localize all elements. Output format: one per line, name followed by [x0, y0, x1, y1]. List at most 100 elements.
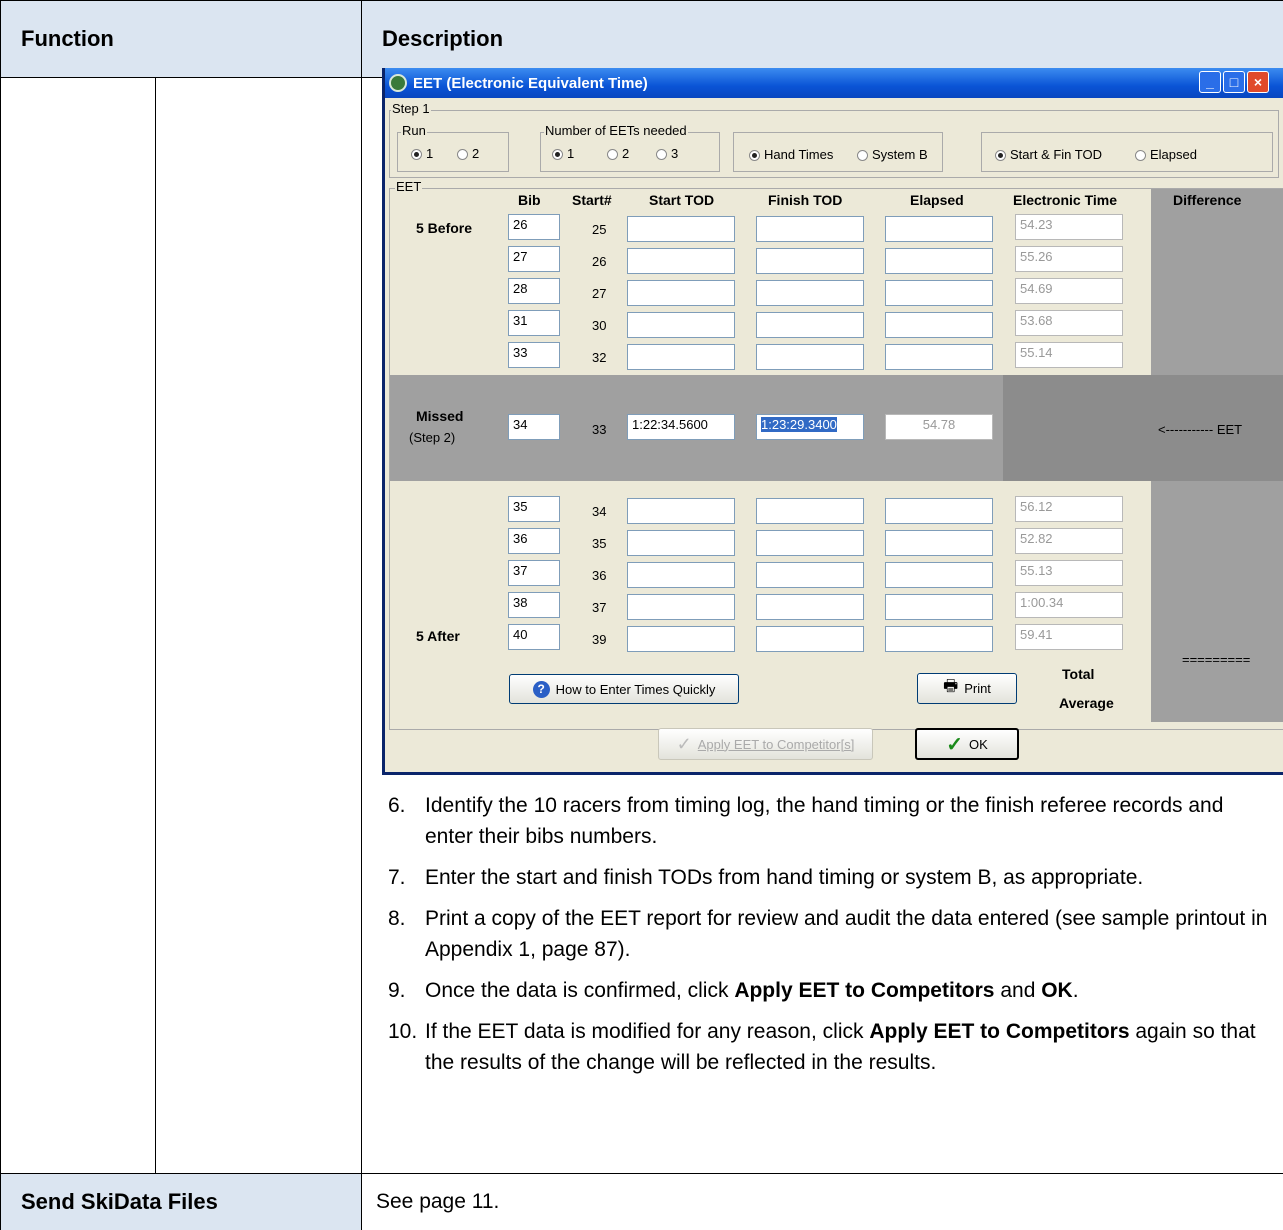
start-tod-input[interactable]	[627, 594, 735, 620]
col-finish-tod: Finish TOD	[768, 192, 843, 208]
electronic-time-field: 53.68	[1015, 310, 1123, 336]
finish-tod-input[interactable]	[756, 344, 864, 370]
elapsed-input[interactable]	[885, 216, 993, 242]
start-tod-input[interactable]	[627, 530, 735, 556]
electronic-time-field: 59.41	[1015, 624, 1123, 650]
minimize-icon[interactable]: _	[1199, 71, 1221, 93]
dialog-titlebar: EET (Electronic Equivalent Time) _ □ ×	[385, 68, 1283, 98]
eet-group-label: EET	[395, 179, 423, 194]
bib-input[interactable]: 27	[508, 246, 560, 272]
eet-dialog: EET (Electronic Equivalent Time) _ □ × S…	[382, 68, 1283, 775]
step-text: If the EET data is modified for any reas…	[425, 1020, 870, 1043]
step-number: 10.	[388, 1020, 418, 1043]
radio-selected-icon	[411, 149, 422, 161]
check-disabled-icon: ✓	[676, 733, 692, 754]
list-item: 10. If the EET data is modified for any r…	[388, 1016, 1268, 1078]
bib-input[interactable]: 40	[508, 624, 560, 650]
start-tod-input[interactable]	[627, 312, 735, 338]
eets-needed-label: Number of EETs needed	[544, 123, 688, 138]
electronic-time-field: 54.69	[1015, 278, 1123, 304]
start-number: 32	[592, 350, 607, 365]
bib-input[interactable]: 38	[508, 592, 560, 618]
finish-tod-input[interactable]	[756, 530, 864, 556]
bib-input[interactable]: 35	[508, 496, 560, 522]
elapsed-input[interactable]	[885, 498, 993, 524]
electronic-time-field: 55.26	[1015, 246, 1123, 272]
start-tod-input[interactable]	[627, 498, 735, 524]
col-bib: Bib	[518, 192, 541, 208]
maximize-icon[interactable]: □	[1223, 71, 1245, 93]
description-header: Description	[362, 1, 1283, 77]
run-option-1[interactable]: 1	[411, 146, 433, 161]
start-tod-input[interactable]	[627, 216, 735, 242]
elapsed-input[interactable]	[885, 280, 993, 306]
bib-input[interactable]: 33	[508, 342, 560, 368]
bib-input[interactable]: 26	[508, 214, 560, 240]
eets-option-2[interactable]: 2	[607, 146, 629, 161]
start-tod-input[interactable]	[627, 248, 735, 274]
start-tod-input[interactable]	[627, 626, 735, 652]
step-number: 8.	[388, 907, 406, 930]
check-icon: ✓	[946, 733, 963, 756]
start-number: 37	[592, 600, 607, 615]
step-number: 9.	[388, 979, 406, 1002]
finish-tod-input[interactable]	[756, 248, 864, 274]
bib-input[interactable]: 37	[508, 560, 560, 586]
start-tod-input[interactable]	[627, 344, 735, 370]
missed-finish-tod-input[interactable]: 1:23:29.3400	[756, 414, 864, 440]
elapsed-input[interactable]	[885, 562, 993, 588]
elapsed-input[interactable]	[885, 344, 993, 370]
print-button[interactable]: 🖶 Print	[917, 673, 1017, 704]
finish-tod-input[interactable]	[756, 626, 864, 652]
finish-tod-input[interactable]	[756, 216, 864, 242]
hand-times-option[interactable]: Hand Times	[749, 147, 833, 162]
printer-icon: 🖶	[943, 678, 959, 695]
elapsed-input[interactable]	[885, 594, 993, 620]
finish-tod-input[interactable]	[756, 498, 864, 524]
start-tod-input[interactable]	[627, 562, 735, 588]
start-tod-input[interactable]	[627, 280, 735, 306]
electronic-time-field: 55.13	[1015, 560, 1123, 586]
radio-selected-icon	[995, 150, 1006, 162]
start-fin-tod-option[interactable]: Start & Fin TOD	[995, 147, 1102, 162]
finish-tod-input[interactable]	[756, 594, 864, 620]
run-label: Run	[401, 123, 427, 138]
elapsed-option[interactable]: Elapsed	[1135, 147, 1197, 162]
electronic-time-field: 54.23	[1015, 214, 1123, 240]
run-option-2[interactable]: 2	[457, 146, 479, 161]
step-bold-text: OK	[1041, 979, 1073, 1002]
close-icon[interactable]: ×	[1247, 71, 1269, 93]
finish-tod-input[interactable]	[756, 562, 864, 588]
eets-option-1[interactable]: 1	[552, 146, 574, 161]
system-b-option[interactable]: System B	[857, 147, 928, 162]
eets-option-3[interactable]: 3	[656, 146, 678, 161]
how-to-enter-times-button[interactable]: ? How to Enter Times Quickly	[509, 674, 739, 704]
start-number: 26	[592, 254, 607, 269]
start-number: 27	[592, 286, 607, 301]
see-page-cell: See page 11.	[376, 1190, 500, 1213]
list-item: 7. Enter the start and finish TODs from h…	[388, 862, 1268, 893]
elapsed-input[interactable]	[885, 248, 993, 274]
step-text: Once the data is confirmed, click	[425, 979, 735, 1002]
help-icon: ?	[532, 680, 550, 698]
missed-start-number: 33	[592, 422, 607, 437]
missed-bib-input[interactable]: 34	[508, 414, 560, 440]
radio-selected-icon	[552, 149, 563, 161]
finish-tod-input[interactable]	[756, 312, 864, 338]
start-number: 25	[592, 222, 607, 237]
bib-input[interactable]: 31	[508, 310, 560, 336]
col-elapsed: Elapsed	[910, 192, 964, 208]
radio-icon	[607, 149, 618, 161]
five-before-label: 5 Before	[416, 220, 473, 236]
elapsed-input[interactable]	[885, 312, 993, 338]
elapsed-input[interactable]	[885, 626, 993, 652]
missed-label: Missed	[416, 408, 464, 424]
missed-start-tod-input[interactable]: 1:22:34.5600	[627, 414, 735, 440]
instruction-list: 6. Identify the 10 racers from timing log…	[388, 790, 1268, 1088]
finish-tod-input[interactable]	[756, 280, 864, 306]
bib-input[interactable]: 28	[508, 278, 560, 304]
elapsed-input[interactable]	[885, 530, 993, 556]
bib-input[interactable]: 36	[508, 528, 560, 554]
apply-eet-button[interactable]: ✓ Apply EET to Competitor[s]	[658, 728, 873, 760]
ok-button[interactable]: ✓ OK	[915, 728, 1019, 760]
